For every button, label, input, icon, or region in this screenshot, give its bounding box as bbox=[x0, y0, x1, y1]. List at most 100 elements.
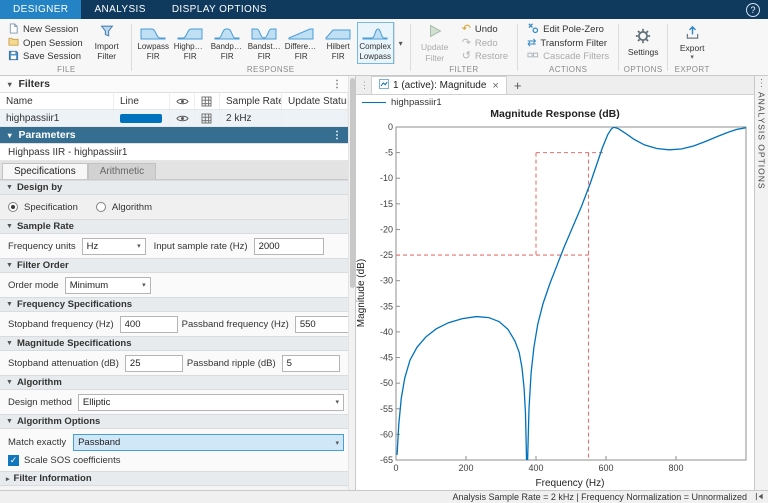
overflow-menu-icon[interactable]: ⋮ bbox=[332, 79, 342, 90]
chevron-down-icon: ▾ bbox=[690, 54, 694, 62]
save-session-button[interactable]: Save Session bbox=[5, 50, 86, 63]
undo-button[interactable]: ↶ Undo bbox=[459, 23, 511, 36]
filters-panel-header[interactable]: ▼ Filters ⋮ bbox=[0, 76, 348, 93]
analysis-options-strip[interactable]: ⋮ ANALYSIS OPTIONS bbox=[754, 76, 768, 490]
column-name: Name bbox=[0, 93, 114, 109]
section-algorithm[interactable]: ▼ Algorithm bbox=[0, 375, 348, 390]
design-method-select[interactable]: Elliptic ▾ bbox=[77, 393, 344, 411]
filter-section: Update Filter ↶ Undo ↷ Redo ↺ Restore FI… bbox=[411, 20, 517, 75]
passband-frequency-field[interactable] bbox=[294, 315, 353, 333]
chart-legend: highpassiir1 bbox=[362, 97, 442, 108]
bandstop-fir-button[interactable]: Bandstop FIR bbox=[246, 22, 283, 64]
pole-zero-icon bbox=[527, 22, 539, 37]
tab-display-options[interactable]: DISPLAY OPTIONS bbox=[159, 0, 280, 19]
check-icon: ✓ bbox=[9, 455, 18, 465]
filter-update-status bbox=[282, 110, 348, 126]
export-button[interactable]: Export ▾ bbox=[671, 22, 713, 64]
stopband-attenuation-field[interactable] bbox=[124, 354, 183, 372]
frequency-specifications-body: Stopband frequency (Hz) Passband frequen… bbox=[0, 312, 353, 336]
differentiator-fir-button[interactable]: Differentiator FIR bbox=[283, 22, 320, 64]
svg-text:-30: -30 bbox=[380, 276, 393, 286]
dock-icon[interactable] bbox=[755, 492, 764, 503]
new-session-button[interactable]: New Session bbox=[5, 22, 86, 36]
highpass-fir-button[interactable]: Highpass FIR bbox=[172, 22, 209, 64]
magnitude-response-chart: 0 200 400 600 800 0 -5 -10 -15 -20 -25 -30 -35 -40 -45… bbox=[367, 122, 751, 476]
add-tab-button[interactable]: + bbox=[507, 76, 529, 94]
scrollbar-thumb[interactable] bbox=[350, 78, 355, 288]
settings-button[interactable]: Settings bbox=[622, 22, 664, 64]
table-grid-icon[interactable] bbox=[195, 110, 220, 126]
svg-text:-55: -55 bbox=[380, 404, 393, 414]
help-icon[interactable]: ? bbox=[746, 2, 760, 17]
algorithm-options-body: Match exactly Passband ▾ ✓ Scale SOS coe… bbox=[0, 429, 348, 471]
edit-pole-zero-button[interactable]: Edit Pole-Zero bbox=[524, 23, 612, 36]
parameters-panel-header[interactable]: ▼ Parameters ⋮ bbox=[0, 127, 348, 144]
svg-text:-5: -5 bbox=[385, 148, 393, 158]
complex-lowpass-button[interactable]: Complex Lowpass bbox=[356, 22, 394, 64]
export-section: Export ▾ EXPORT bbox=[668, 20, 716, 75]
import-filter-button[interactable]: Import Filter bbox=[86, 22, 128, 64]
filter-row[interactable]: highpassiir1 2 kHz bbox=[0, 110, 348, 127]
chart-title: Magnitude Response (dB) bbox=[490, 108, 620, 120]
redo-button[interactable]: ↷ Redo bbox=[459, 37, 511, 50]
overflow-menu-icon[interactable]: ⋮ bbox=[332, 130, 342, 141]
legend-line-sample bbox=[362, 102, 386, 103]
collapse-icon: ▼ bbox=[6, 301, 13, 308]
save-session-icon bbox=[8, 50, 19, 64]
section-algorithm-options[interactable]: ▼ Algorithm Options bbox=[0, 414, 348, 429]
left-panel: ▼ Filters ⋮ Name Line Sample Rate Update… bbox=[0, 76, 356, 490]
column-line: Line bbox=[114, 93, 170, 109]
update-filter-icon bbox=[427, 23, 443, 42]
tab-designer[interactable]: DESIGNER bbox=[0, 0, 82, 19]
left-panel-scrollbar[interactable] bbox=[348, 76, 355, 490]
passband-ripple-field[interactable] bbox=[281, 354, 340, 372]
chevron-down-icon: ▾ bbox=[335, 399, 339, 406]
section-frequency-specifications[interactable]: ▼ Frequency Specifications bbox=[0, 297, 348, 312]
x-axis-label: Frequency (Hz) bbox=[535, 478, 605, 489]
cascade-filters-button[interactable]: Cascade Filters bbox=[524, 50, 612, 63]
section-filter-order[interactable]: ▼ Filter Order bbox=[0, 258, 348, 273]
section-sample-rate[interactable]: ▼ Sample Rate bbox=[0, 219, 348, 234]
response-section: Lowpass FIR Highpass FIR Bandpass FIR Ba… bbox=[132, 20, 410, 75]
options-section: Settings OPTIONS bbox=[619, 20, 667, 75]
collapse-icon: ▼ bbox=[6, 379, 13, 386]
restore-button[interactable]: ↺ Restore bbox=[459, 50, 511, 63]
visibility-eye-icon[interactable] bbox=[170, 110, 195, 126]
lowpass-fir-button[interactable]: Lowpass FIR bbox=[135, 22, 172, 64]
tab-analysis[interactable]: ANALYSIS bbox=[81, 0, 158, 19]
stopband-frequency-field[interactable] bbox=[119, 315, 178, 333]
section-design-by[interactable]: ▼ Design by bbox=[0, 180, 348, 195]
svg-text:-50: -50 bbox=[380, 378, 393, 388]
collapse-icon: ▼ bbox=[6, 262, 13, 269]
undo-icon: ↶ bbox=[461, 23, 471, 35]
filter-order-body: Order mode Minimum ▾ bbox=[0, 273, 348, 297]
update-filter-button[interactable]: Update Filter bbox=[414, 22, 456, 64]
tab-specifications[interactable]: Specifications bbox=[2, 163, 88, 179]
chevron-down-icon: ▾ bbox=[398, 38, 403, 48]
algorithm-radio[interactable] bbox=[95, 202, 106, 212]
svg-text:0: 0 bbox=[388, 122, 393, 132]
svg-text:-40: -40 bbox=[380, 327, 393, 337]
cascade-icon bbox=[527, 49, 539, 64]
tabbar-spacer bbox=[280, 0, 746, 19]
transform-filter-button[interactable]: ⇄ Transform Filter bbox=[524, 37, 612, 50]
close-icon[interactable]: × bbox=[492, 80, 498, 92]
section-filter-information[interactable]: ▸ Filter Information bbox=[0, 471, 348, 486]
tab-arithmetic[interactable]: Arithmetic bbox=[87, 163, 157, 179]
scale-sos-checkbox[interactable]: ✓ bbox=[8, 455, 19, 466]
response-gallery-dropdown[interactable]: ▾ bbox=[393, 22, 407, 64]
frequency-units-select[interactable]: Hz ▾ bbox=[81, 237, 146, 255]
svg-text:-45: -45 bbox=[380, 353, 393, 363]
bandpass-fir-button[interactable]: Bandpass FIR bbox=[209, 22, 246, 64]
hilbert-fir-button[interactable]: Hilbert FIR bbox=[320, 22, 357, 64]
line-color-swatch[interactable] bbox=[120, 113, 162, 123]
section-magnitude-specifications[interactable]: ▼ Magnitude Specifications bbox=[0, 336, 348, 351]
order-mode-select[interactable]: Minimum ▾ bbox=[64, 276, 151, 294]
ribbon: New Session Open Session Save Session Im… bbox=[0, 19, 768, 76]
open-session-button[interactable]: Open Session bbox=[5, 37, 86, 50]
algorithm-body: Design method Elliptic ▾ bbox=[0, 390, 348, 414]
match-exactly-select[interactable]: Passband ▾ bbox=[73, 434, 344, 451]
input-sample-rate-field[interactable] bbox=[253, 237, 324, 255]
specification-radio[interactable] bbox=[8, 202, 18, 212]
magnitude-plot-tab[interactable]: 1 (active): Magnitude × bbox=[371, 76, 507, 94]
